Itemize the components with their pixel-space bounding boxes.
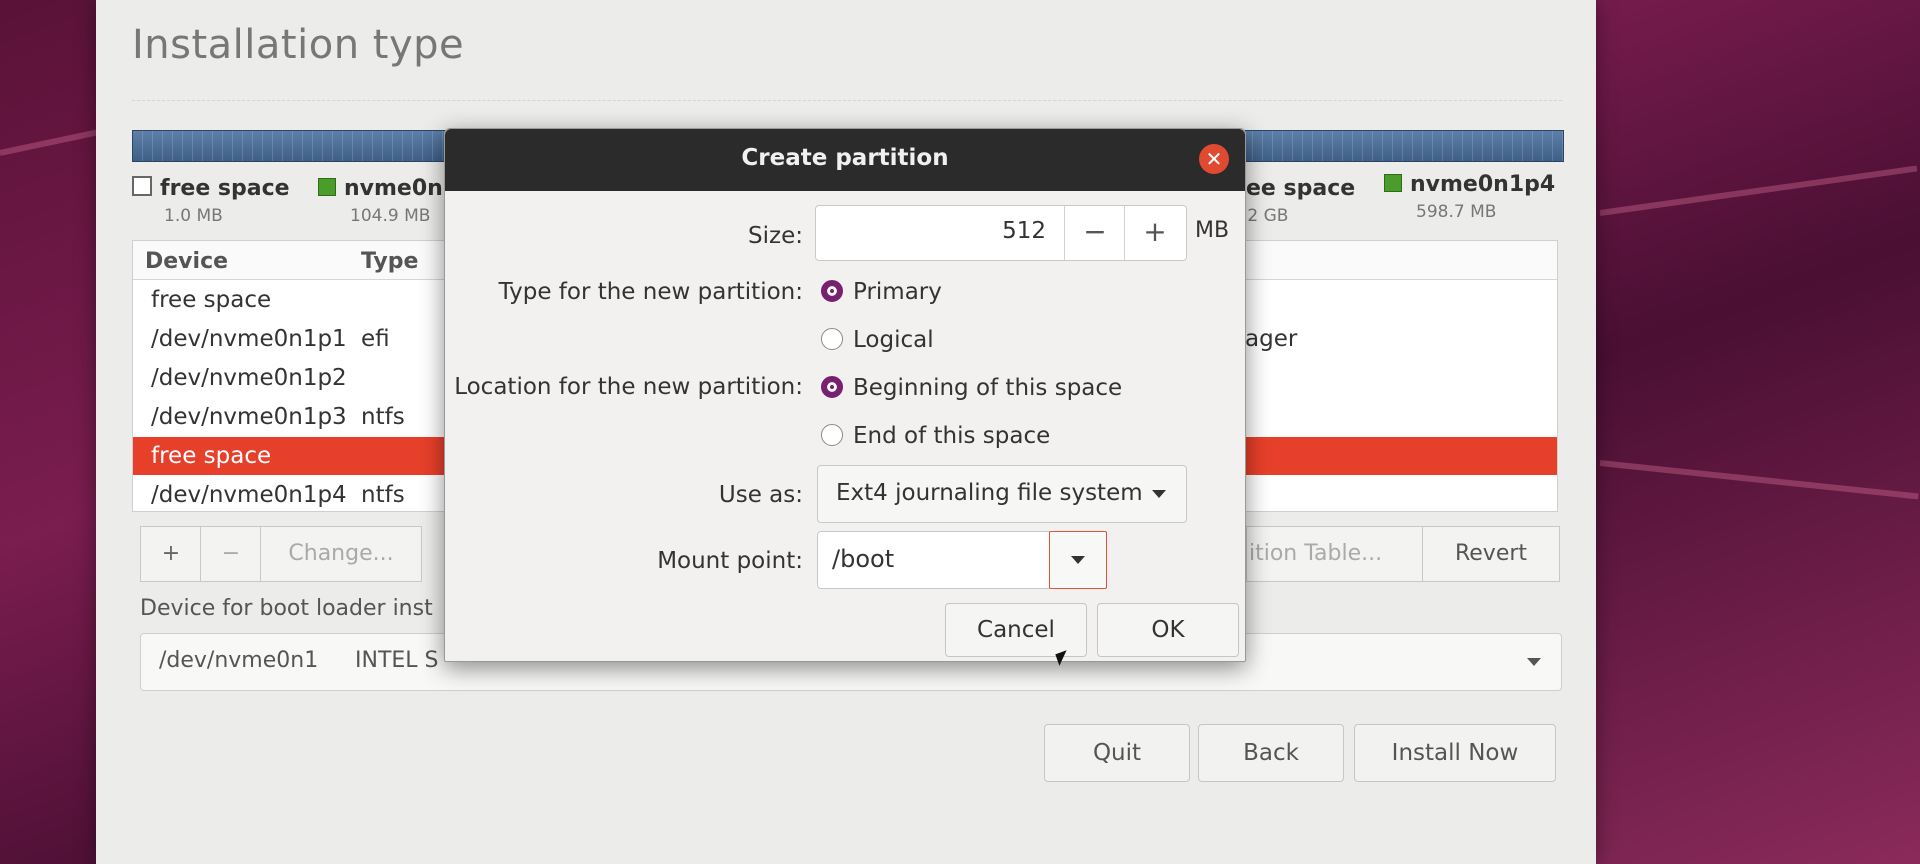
use-as-label: Use as: (718, 482, 803, 508)
back-button[interactable]: Back (1198, 724, 1344, 782)
radio-selected-icon (821, 280, 843, 302)
cancel-button[interactable]: Cancel (945, 603, 1087, 657)
column-header-device[interactable]: Device (145, 249, 228, 274)
radio-beginning[interactable]: Beginning of this space (821, 375, 1122, 401)
mount-point-value: /boot (832, 545, 895, 573)
mount-point-label: Mount point: (657, 548, 803, 574)
dialog-title: Create partition (741, 145, 949, 171)
boot-device-description: INTEL S (355, 648, 439, 673)
size-spinbox[interactable]: 512 − + (815, 205, 1187, 261)
legend-item-free-space: free space 1.0 MB (132, 176, 290, 226)
divider (132, 100, 1562, 101)
change-partition-button[interactable]: Change... (260, 526, 422, 582)
quit-button[interactable]: Quit (1044, 724, 1190, 782)
revert-button[interactable]: Revert (1422, 526, 1560, 582)
radio-unselected-icon (821, 424, 843, 446)
legend-item-free-space-2: ee space .2 GB (1242, 176, 1356, 226)
size-value: 512 (1002, 218, 1046, 244)
remove-partition-button[interactable]: − (200, 526, 262, 582)
use-as-value: Ext4 journaling file system (836, 480, 1143, 506)
size-increase-button[interactable]: + (1124, 206, 1185, 260)
chevron-down-icon (1152, 490, 1166, 498)
size-unit: MB (1195, 218, 1230, 243)
partition-type-label: Type for the new partition: (498, 279, 803, 305)
chevron-down-icon (1071, 556, 1085, 564)
column-header-type[interactable]: Type (361, 249, 418, 274)
chevron-down-icon (1527, 658, 1541, 666)
partition-swatch-icon (318, 178, 336, 196)
radio-primary[interactable]: Primary (821, 279, 942, 305)
radio-end[interactable]: End of this space (821, 423, 1050, 449)
partition-swatch-icon (1384, 174, 1402, 192)
legend-item-nvme0n1p4: nvme0n1p4 598.7 MB (1384, 172, 1555, 222)
free-space-swatch-icon (132, 176, 152, 196)
mount-point-dropdown-button[interactable] (1049, 531, 1107, 589)
new-partition-table-button[interactable]: ition Table... (1246, 526, 1424, 582)
legend-item-nvme0n1p1: nvme0n 104.9 MB (318, 176, 443, 226)
wallpaper-stripe (1599, 460, 1919, 500)
ok-button[interactable]: OK (1097, 603, 1239, 657)
radio-unselected-icon (821, 328, 843, 350)
wallpaper-stripe (1599, 165, 1918, 216)
boot-loader-label: Device for boot loader inst (140, 596, 433, 621)
location-label: Location for the new partition: (454, 374, 803, 400)
dialog-titlebar: Create partition ✕ (445, 129, 1245, 191)
size-decrease-button[interactable]: − (1064, 206, 1125, 260)
close-icon[interactable]: ✕ (1199, 144, 1229, 174)
radio-selected-icon (821, 376, 843, 398)
page-title: Installation type (132, 22, 465, 68)
mount-point-field[interactable]: /boot (817, 531, 1107, 589)
add-partition-button[interactable]: + (140, 526, 202, 582)
size-label: Size: (748, 223, 803, 249)
create-partition-dialog: Create partition ✕ Size: 512 − + MB Type… (444, 128, 1246, 662)
install-now-button[interactable]: Install Now (1354, 724, 1556, 782)
boot-device-name: /dev/nvme0n1 (159, 648, 319, 673)
radio-logical[interactable]: Logical (821, 327, 934, 353)
use-as-select[interactable]: Ext4 journaling file system (817, 465, 1187, 523)
wallpaper-stripe (0, 127, 109, 156)
